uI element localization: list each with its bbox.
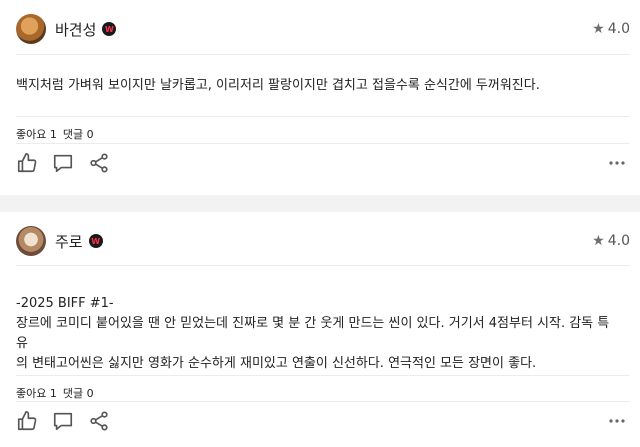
rating-value: 4.0 [607,233,630,249]
review-actions [16,151,628,175]
rating-value: 4.0 [607,21,630,37]
review-text-line: -2025 BIFF #1- [16,296,114,311]
like-count: 좋아요 1 [16,128,57,141]
comment-icon[interactable] [52,152,74,174]
divider [16,375,630,376]
review-card: 바견성 W ★ 4.0 백지처럼 가벼워 보이지만 날카롭고, 이리저리 팔랑이… [0,0,640,195]
user-name[interactable]: 바견성 [55,19,96,40]
review-header: 바견성 W ★ 4.0 [16,12,630,46]
watcha-badge-icon: W [102,22,117,36]
review-card: 주로 W ★ 4.0 -2025 BIFF #1- 장르에 코미디 붙어있을 땐… [0,212,640,447]
more-icon[interactable] [606,410,628,432]
rating: ★ 4.0 [592,233,630,249]
rating: ★ 4.0 [592,21,630,37]
share-icon[interactable] [88,152,110,174]
comment-count: 댓글 0 [62,387,94,400]
divider [16,116,630,117]
avatar[interactable] [16,14,46,44]
review-text-line: 의 변태고어씬은 싫지만 영화가 순수하게 재미있고 연출이 신선하다. 연극적… [16,356,537,371]
review-actions [16,409,628,433]
comment-count: 댓글 0 [62,128,94,141]
like-icon[interactable] [16,152,38,174]
review-text-line: 장르에 코미디 붙어있을 땐 안 믿었는데 진짜로 몇 분 간 웃게 만드는 씬… [16,316,610,351]
review-header: 주로 W ★ 4.0 [16,224,630,258]
star-icon: ★ [592,21,605,37]
share-icon[interactable] [88,410,110,432]
more-icon[interactable] [606,152,628,174]
review-text-line: 백지처럼 가벼워 보이지만 날카롭고, 이리저리 팔랑이지만 겹치고 접을수록 … [16,78,540,93]
divider [16,143,630,144]
user-name[interactable]: 주로 [55,231,83,252]
review-text[interactable]: -2025 BIFF #1- 장르에 코미디 붙어있을 땐 안 믿었는데 진짜로… [16,294,616,374]
avatar[interactable] [16,226,46,256]
divider [16,54,630,55]
review-stats: 좋아요 1 댓글 0 [16,126,94,142]
review-text[interactable]: 백지처럼 가벼워 보이지만 날카롭고, 이리저리 팔랑이지만 겹치고 접을수록 … [16,76,616,96]
watcha-badge-icon: W [88,234,103,248]
review-stats: 좋아요 1 댓글 0 [16,385,94,401]
like-icon[interactable] [16,410,38,432]
divider [16,265,630,266]
comment-icon[interactable] [52,410,74,432]
like-count: 좋아요 1 [16,387,57,400]
divider [16,401,630,402]
star-icon: ★ [592,233,605,249]
